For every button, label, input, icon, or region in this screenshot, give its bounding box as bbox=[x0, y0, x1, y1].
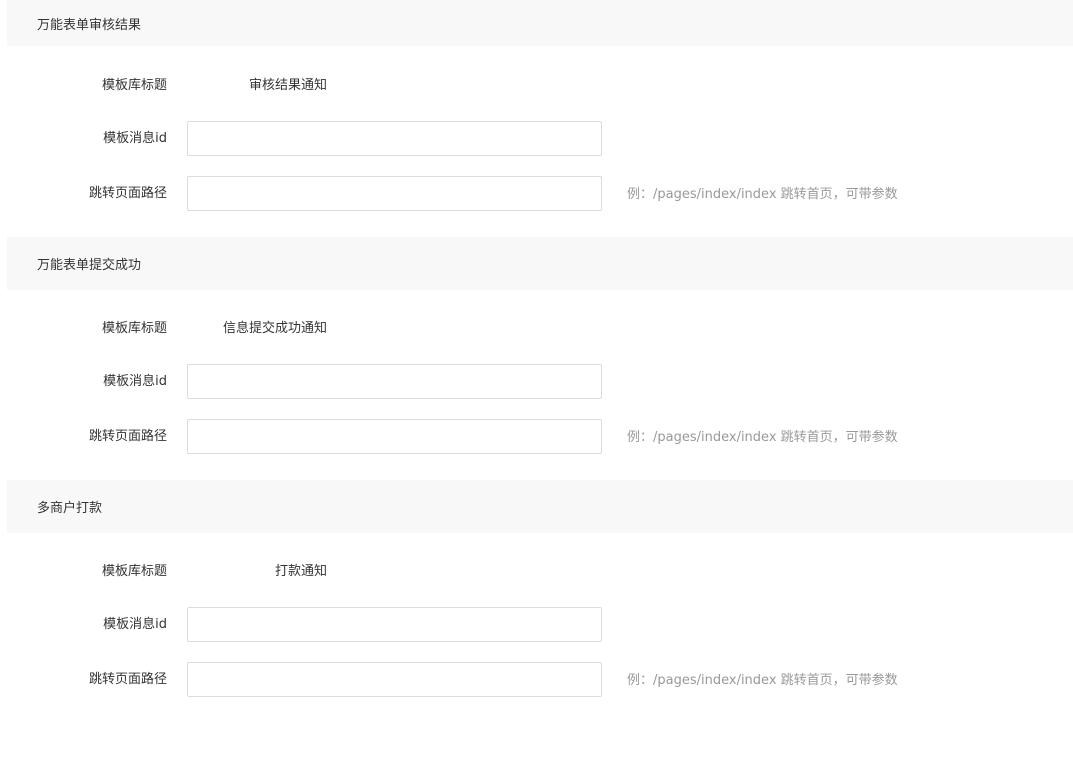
page-path-hint: 例：/pages/index/index 跳转首页，可带参数 bbox=[627, 673, 898, 688]
template-title-label: 模板库标题 bbox=[101, 564, 167, 579]
section-title: 万能表单提交成功 bbox=[37, 258, 142, 273]
page-path-label: 跳转页面路径 bbox=[88, 672, 167, 687]
row-template-id: 模板消息id bbox=[0, 364, 1073, 399]
page-path-hint: 例：/pages/index/index 跳转首页，可带参数 bbox=[627, 187, 898, 202]
template-id-label: 模板消息id bbox=[103, 131, 167, 146]
template-title-value: 审核结果通知 bbox=[248, 78, 327, 93]
template-id-label: 模板消息id bbox=[103, 617, 167, 632]
row-page-path: 跳转页面路径 例：/pages/index/index 跳转首页，可带参数 bbox=[0, 662, 1073, 697]
page-path-label: 跳转页面路径 bbox=[88, 429, 167, 444]
page-path-hint: 例：/pages/index/index 跳转首页，可带参数 bbox=[627, 430, 898, 445]
row-template-id: 模板消息id bbox=[0, 121, 1073, 156]
template-title-value: 打款通知 bbox=[274, 564, 327, 579]
page-path-input[interactable] bbox=[187, 662, 602, 697]
row-template-title: 模板库标题 信息提交成功通知 bbox=[0, 311, 1073, 346]
section-header: 多商户打款 bbox=[7, 480, 1073, 533]
template-id-input[interactable] bbox=[187, 607, 602, 642]
row-template-title: 模板库标题 打款通知 bbox=[0, 554, 1073, 589]
template-title-value: 信息提交成功通知 bbox=[222, 321, 327, 336]
section-title: 万能表单审核结果 bbox=[37, 17, 142, 33]
section-header: 万能表单审核结果 bbox=[7, 0, 1073, 46]
row-template-title: 模板库标题 审核结果通知 bbox=[0, 68, 1073, 103]
row-page-path: 跳转页面路径 例：/pages/index/index 跳转首页，可带参数 bbox=[0, 419, 1073, 454]
row-page-path: 跳转页面路径 例：/pages/index/index 跳转首页，可带参数 bbox=[0, 176, 1073, 211]
page-path-label: 跳转页面路径 bbox=[88, 186, 167, 201]
template-id-input[interactable] bbox=[187, 364, 602, 399]
template-title-label: 模板库标题 bbox=[101, 321, 167, 336]
template-title-label: 模板库标题 bbox=[101, 78, 167, 93]
page-path-input[interactable] bbox=[187, 419, 602, 454]
template-id-label: 模板消息id bbox=[103, 374, 167, 389]
row-template-id: 模板消息id bbox=[0, 607, 1073, 642]
template-id-input[interactable] bbox=[187, 121, 602, 156]
page-path-input[interactable] bbox=[187, 176, 602, 211]
section-header: 万能表单提交成功 bbox=[7, 237, 1073, 290]
section-title: 多商户打款 bbox=[37, 501, 103, 516]
